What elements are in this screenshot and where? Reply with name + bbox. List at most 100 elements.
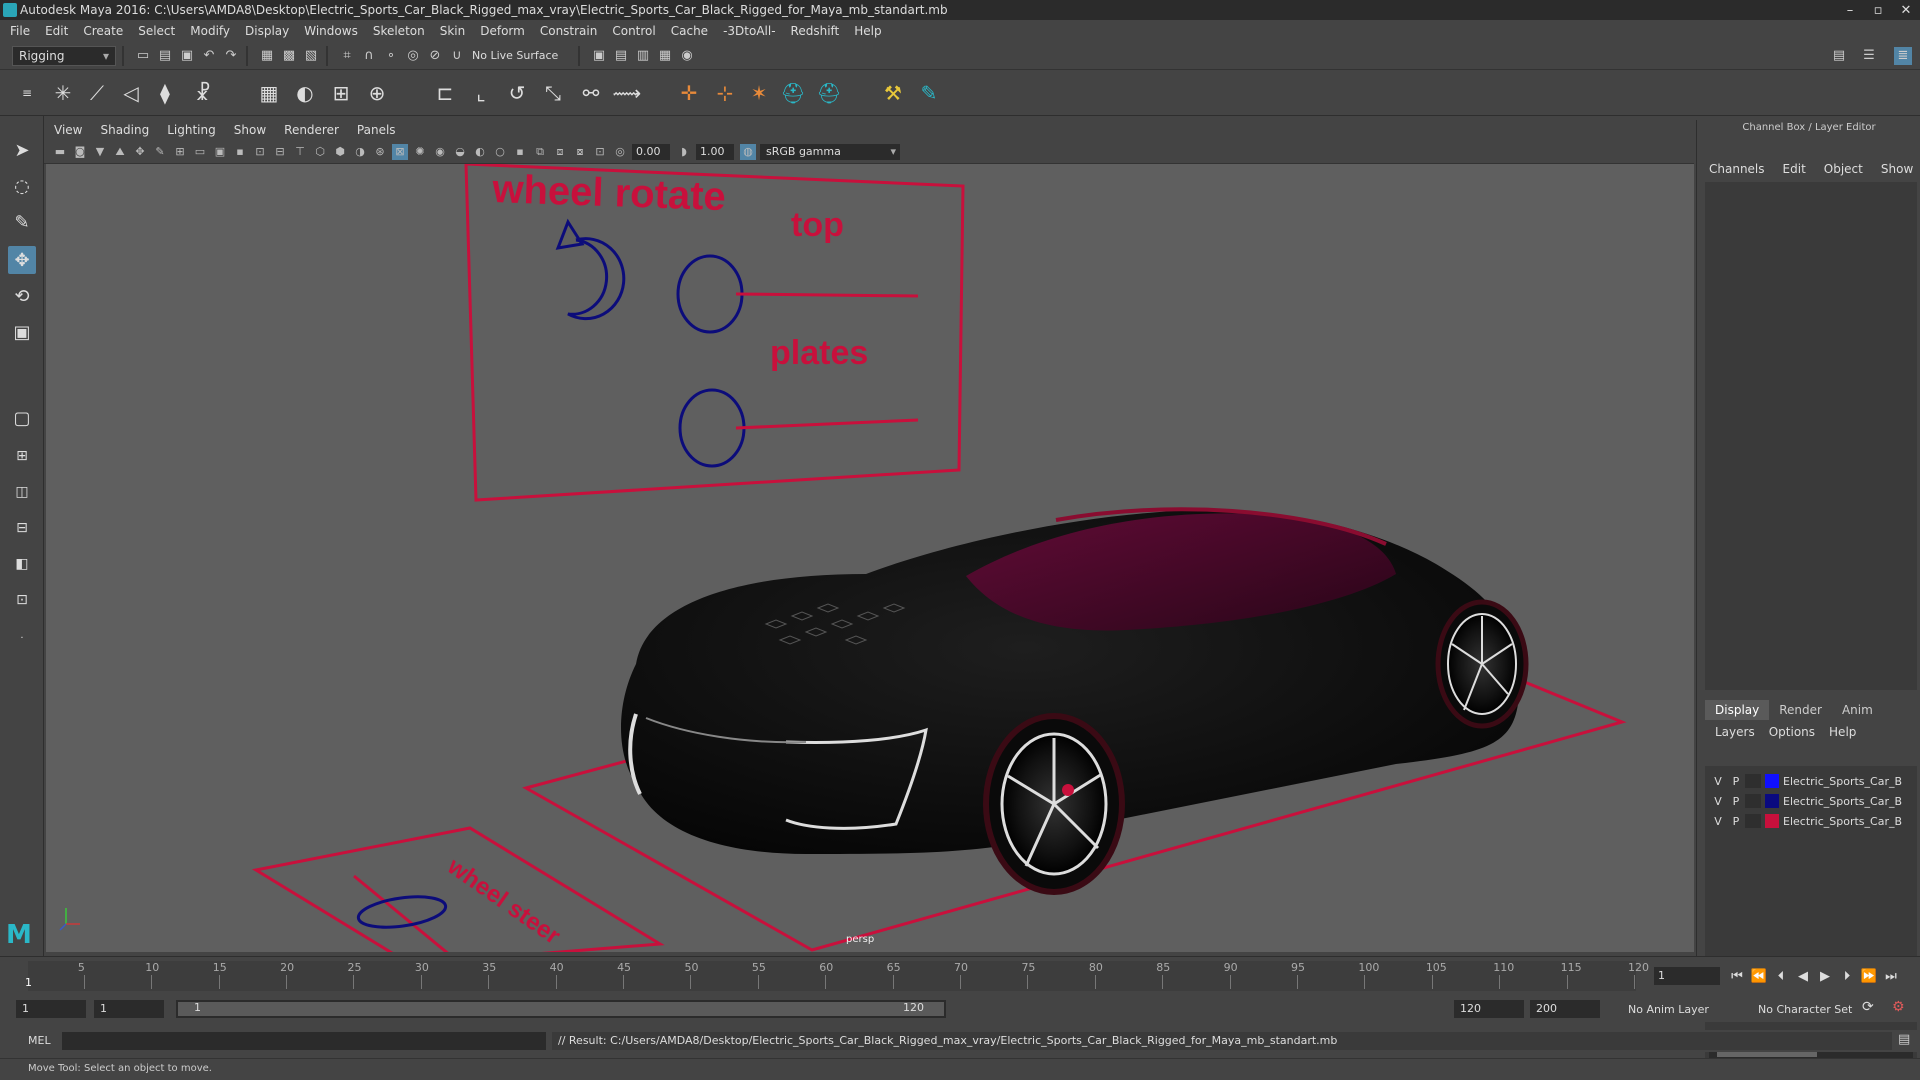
maximize-button[interactable]: ▫ xyxy=(1864,0,1892,20)
human-ik-icon[interactable]: ⛑ xyxy=(780,80,806,106)
pole-vector-icon[interactable]: ⟿ xyxy=(613,80,642,106)
paint-select-icon[interactable]: ✎ xyxy=(8,208,36,236)
vp-menu-renderer[interactable]: Renderer xyxy=(284,123,339,137)
snap-curve-icon[interactable]: ∩ xyxy=(360,47,378,65)
layer-display-type[interactable] xyxy=(1745,814,1761,828)
playback-end-field[interactable]: 120 xyxy=(1454,1000,1524,1018)
wheel-rotate-control[interactable] xyxy=(567,237,626,321)
script-editor-icon[interactable]: ▤ xyxy=(1898,1032,1910,1047)
cb-menu-object[interactable]: Object xyxy=(1824,162,1863,176)
single-view-icon[interactable]: ▢ xyxy=(8,404,36,432)
mirror-joint-icon[interactable]: ☧ xyxy=(190,80,216,106)
screen-space-ao-icon[interactable]: ◒ xyxy=(452,144,468,160)
cb-menu-edit[interactable]: Edit xyxy=(1783,162,1806,176)
motion-blur-icon[interactable]: ◐ xyxy=(472,144,488,160)
select-object-icon[interactable]: ▩ xyxy=(280,47,298,65)
two-d-pan-icon[interactable]: ✥ xyxy=(132,144,148,160)
menu-cache[interactable]: Cache xyxy=(671,24,708,38)
select-hierarchy-icon[interactable]: ▦ xyxy=(258,47,276,65)
vp-menu-panels[interactable]: Panels xyxy=(357,123,396,137)
select-camera-icon[interactable]: ▬ xyxy=(52,144,68,160)
render-frame-icon[interactable]: ▣ xyxy=(590,47,608,65)
shelf-tabs-icon[interactable]: ≡ xyxy=(14,80,40,106)
layer-menu-layers[interactable]: Layers xyxy=(1715,725,1755,739)
new-scene-icon[interactable]: ▭ xyxy=(134,47,152,65)
use-default-material-icon[interactable]: ◑ xyxy=(352,144,368,160)
vp-menu-show[interactable]: Show xyxy=(234,123,266,137)
isolate-select-icon[interactable]: ⧉ xyxy=(532,144,548,160)
move-tool-icon[interactable]: ✥ xyxy=(8,246,36,274)
perspective-viewport[interactable]: wheel rotate top plates wheel steer pers… xyxy=(46,164,1694,952)
menu-display[interactable]: Display xyxy=(245,24,289,38)
snap-surface-icon[interactable]: ⊘ xyxy=(426,47,444,65)
skin-tool-icon[interactable]: ✎ xyxy=(916,80,942,106)
bind-skin-icon[interactable]: ▦ xyxy=(256,80,282,106)
go-to-end-button[interactable]: ⏭ xyxy=(1880,967,1902,985)
hypershade-icon[interactable]: ▦ xyxy=(656,47,674,65)
live-surface-label[interactable]: No Live Surface xyxy=(472,49,572,62)
scale-tool-icon[interactable]: ▣ xyxy=(8,318,36,346)
menu-help[interactable]: Help xyxy=(854,24,881,38)
step-forward-key-button[interactable]: ⏩ xyxy=(1858,967,1880,985)
camera-attributes-icon[interactable]: ◙ xyxy=(72,144,88,160)
render-settings-icon[interactable]: ▥ xyxy=(634,47,652,65)
render-view-icon[interactable]: ◉ xyxy=(678,47,696,65)
attribute-editor-icon[interactable]: ☰ xyxy=(1860,47,1878,65)
four-view-icon[interactable]: ⊞ xyxy=(8,442,36,470)
range-slider-fill[interactable] xyxy=(178,1002,944,1016)
xray-joints-icon[interactable]: ⧇ xyxy=(572,144,588,160)
vp-menu-view[interactable]: View xyxy=(54,123,82,137)
wireframe-on-shaded-icon[interactable]: ⊛ xyxy=(372,144,388,160)
ik-handle-icon[interactable]: ⟋ xyxy=(84,80,110,106)
auto-key-icon[interactable]: ⟳ xyxy=(1862,999,1874,1015)
tab-display[interactable]: Display xyxy=(1705,700,1770,720)
lasso-tool-icon[interactable]: ◌ xyxy=(8,172,36,200)
playback-start-field[interactable]: 1 xyxy=(94,1000,164,1018)
snap-grid-icon[interactable]: ⌗ xyxy=(338,47,356,65)
layer-playback-toggle[interactable]: P xyxy=(1727,815,1745,828)
layer-visibility-toggle[interactable]: V xyxy=(1709,775,1727,788)
gamma-icon[interactable]: ◗ xyxy=(676,144,692,160)
gate-mask-icon[interactable]: ▪ xyxy=(232,144,248,160)
toolbox-more-icon[interactable]: · xyxy=(8,624,36,652)
paint-weights-icon[interactable]: ◐ xyxy=(292,80,318,106)
time-slider[interactable]: 1 5 10 15 20 25 30 35 40 45 50 55 60 65 70 75 80 85 90 95 1… xyxy=(0,956,1920,996)
layer-display-type[interactable] xyxy=(1745,794,1761,808)
menu-file[interactable]: File xyxy=(10,24,30,38)
hik-icon[interactable]: ✶ xyxy=(746,80,772,106)
wireframe-icon[interactable]: ⬡ xyxy=(312,144,328,160)
color-management-icon[interactable]: ◍ xyxy=(740,143,756,160)
ipr-render-icon[interactable]: ▤ xyxy=(612,47,630,65)
textured-icon[interactable]: ⊠ xyxy=(392,143,408,160)
layer-visibility-toggle[interactable]: V xyxy=(1709,815,1727,828)
play-forward-button[interactable]: ▶ xyxy=(1814,967,1836,985)
menu-edit[interactable]: Edit xyxy=(45,24,68,38)
character-set-dropdown[interactable]: No Character Set xyxy=(1758,1003,1852,1016)
close-button[interactable]: ✕ xyxy=(1892,0,1920,20)
menu-create[interactable]: Create xyxy=(83,24,123,38)
menu-3dtoall[interactable]: -3DtoAll- xyxy=(723,24,775,38)
character-controls-icon[interactable]: ⛑ xyxy=(816,80,842,106)
anim-layer-dropdown[interactable]: No Anim Layer xyxy=(1628,1003,1709,1016)
layer-playback-toggle[interactable]: P xyxy=(1727,775,1745,788)
layer-menu-help[interactable]: Help xyxy=(1829,725,1856,739)
current-frame-field[interactable]: 1 xyxy=(1654,967,1720,985)
snap-point-icon[interactable]: ∘ xyxy=(382,47,400,65)
layer-color-swatch[interactable] xyxy=(1765,794,1779,808)
wheel-steer-plate[interactable] xyxy=(251,826,665,952)
minimize-button[interactable]: – xyxy=(1836,0,1864,20)
menu-modify[interactable]: Modify xyxy=(190,24,230,38)
view-transform-dropdown[interactable]: sRGB gamma xyxy=(760,143,900,160)
layer-display-type[interactable] xyxy=(1745,774,1761,788)
play-backward-button[interactable]: ◀ xyxy=(1792,967,1814,985)
layer-row[interactable]: V P Electric_Sports_Car_Bla xyxy=(1709,812,1915,830)
gamma-field[interactable]: 1.00 xyxy=(696,143,734,160)
top-slider-handle[interactable] xyxy=(676,254,744,334)
vp-menu-shading[interactable]: Shading xyxy=(100,123,149,137)
orient-constraint-icon[interactable]: ↺ xyxy=(504,80,530,106)
menu-skeleton[interactable]: Skeleton xyxy=(373,24,425,38)
scale-constraint-icon[interactable]: ⤡ xyxy=(540,80,566,106)
xray-icon[interactable]: ⧈ xyxy=(552,144,568,160)
step-back-frame-button[interactable]: ⏴ xyxy=(1770,967,1792,985)
ik-spline-icon[interactable]: ◁ xyxy=(118,80,144,106)
